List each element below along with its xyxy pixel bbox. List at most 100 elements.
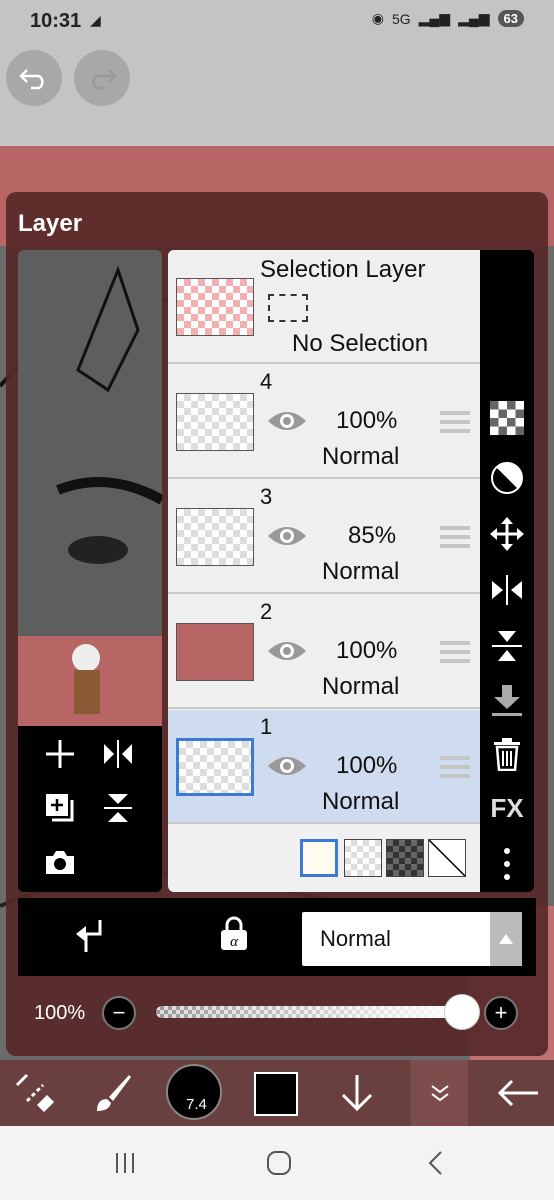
recent-apps-button[interactable]: [110, 1148, 140, 1178]
layer-number: 1: [260, 714, 273, 739]
undo-button[interactable]: [6, 50, 62, 106]
layer-down-button[interactable]: [334, 1066, 380, 1120]
recent-apps-icon: [116, 1153, 134, 1173]
back-arrow-icon: [497, 1079, 538, 1107]
flip-vertical-icon: [104, 794, 132, 822]
flip-vertical-icon: [492, 631, 522, 661]
eye-icon[interactable]: [266, 522, 308, 550]
add-layer-button[interactable]: [40, 734, 80, 774]
layer-number: 4: [260, 369, 273, 394]
status-icons: ◉ 5G ▂▄▆ ▂▄▆ 63: [372, 10, 524, 27]
layer-preview: [18, 250, 162, 892]
layer-number: 3: [260, 484, 273, 509]
blend-mode-value: Normal: [320, 926, 391, 951]
opacity-slider-thumb[interactable]: [444, 994, 480, 1030]
redo-icon: [92, 69, 117, 90]
layer-opacity: 100%: [336, 637, 398, 664]
transform-tool-button[interactable]: [10, 1066, 60, 1120]
layer-panel: Layer Selection Layer No Selection 4 100…: [6, 192, 548, 1056]
move-button[interactable]: [480, 510, 534, 558]
delete-layer-button[interactable]: [480, 730, 534, 778]
alpha-lock-button[interactable]: α: [218, 916, 250, 957]
dropdown-arrow-icon: [490, 912, 522, 966]
blend-mode-row: α Normal: [18, 898, 536, 976]
layer-tools-bar: FX: [480, 250, 534, 892]
status-time: 10:31: [30, 10, 82, 32]
camera-button[interactable]: [40, 842, 80, 882]
more-vertical-icon: [504, 848, 510, 880]
opacity-decrease-button[interactable]: −: [102, 996, 136, 1030]
clip-icon: [491, 462, 523, 494]
flip-horizontal-button[interactable]: [98, 734, 138, 774]
drag-handle[interactable]: [440, 641, 470, 668]
back-button[interactable]: [492, 1066, 544, 1120]
more-options-button[interactable]: [480, 840, 534, 888]
selection-status: No Selection: [292, 330, 429, 357]
opacity-increase-button[interactable]: +: [484, 996, 518, 1030]
checker-icon: [490, 401, 524, 435]
bg-none-swatch[interactable]: [428, 839, 466, 877]
layer-blend-mode: Normal: [322, 558, 400, 585]
arrow-down-icon: [341, 1075, 373, 1112]
selection-layer-title: Selection Layer: [260, 256, 426, 283]
brush-icon: [97, 1075, 131, 1111]
clipping-button[interactable]: [74, 918, 104, 959]
back-icon: [428, 1151, 442, 1175]
eye-icon[interactable]: [266, 407, 308, 435]
background-options: [168, 827, 480, 892]
layer-row-selected[interactable]: 1 100% Normal: [168, 710, 480, 824]
bottom-toolbar: 7.4: [0, 1060, 554, 1126]
expand-menu-button[interactable]: [410, 1060, 468, 1126]
move-icon: [490, 517, 524, 551]
cell-signal-icon: ▂▄▆: [418, 10, 451, 26]
home-button[interactable]: [264, 1148, 294, 1178]
blend-mode-select[interactable]: Normal: [302, 912, 522, 966]
panel-title: Layer: [18, 210, 83, 237]
drag-handle[interactable]: [440, 411, 470, 438]
opacity-row: 100% − +: [18, 982, 536, 1040]
layer-row[interactable]: 3 85% Normal: [168, 480, 480, 594]
system-back-button[interactable]: [420, 1148, 450, 1178]
brush-size-button[interactable]: 7.4: [166, 1064, 222, 1120]
flip-horizontal-layer-button[interactable]: [480, 566, 534, 614]
clipping-icon: [76, 920, 102, 952]
trash-icon: [494, 738, 520, 771]
brush-tool-button[interactable]: [88, 1066, 138, 1120]
preview-tools: [18, 726, 162, 892]
layer-thumbnail: [176, 508, 254, 566]
cell-signal-icon-2: ▂▄▆: [458, 10, 490, 26]
eye-icon[interactable]: [266, 752, 308, 780]
bg-white-swatch[interactable]: [300, 839, 338, 877]
selection-layer-row[interactable]: Selection Layer No Selection: [168, 250, 480, 364]
flip-horizontal-icon: [104, 740, 132, 768]
layer-opacity: 85%: [348, 522, 397, 549]
battery-level: 63: [497, 10, 524, 27]
home-icon: [267, 1151, 291, 1175]
layer-blend-mode: Normal: [322, 788, 400, 815]
drag-handle[interactable]: [440, 756, 470, 783]
checker-button[interactable]: [480, 394, 534, 442]
layer-blend-mode: Normal: [322, 443, 400, 470]
flip-vertical-layer-button[interactable]: [480, 622, 534, 670]
selection-thumbnail: [176, 278, 254, 336]
chevron-down-icon: [430, 1085, 449, 1102]
flip-vertical-button[interactable]: [98, 788, 138, 828]
duplicate-layer-button[interactable]: [40, 788, 80, 828]
color-swatch[interactable]: [254, 1072, 298, 1116]
layer-number: 2: [260, 599, 273, 624]
hotspot-icon: ◉: [371, 10, 384, 26]
layer-thumbnail: [176, 738, 254, 796]
merge-down-icon: [492, 685, 522, 716]
layer-row[interactable]: 2 100% Normal: [168, 595, 480, 709]
bg-checker-dark-swatch[interactable]: [386, 839, 424, 877]
clip-button[interactable]: [480, 454, 534, 502]
drag-handle[interactable]: [440, 526, 470, 553]
eye-icon[interactable]: [266, 637, 308, 665]
layer-row[interactable]: 4 100% Normal: [168, 365, 480, 479]
opacity-slider-track[interactable]: [156, 1006, 462, 1018]
fx-button[interactable]: FX: [480, 784, 534, 832]
bg-checker-light-swatch[interactable]: [344, 839, 382, 877]
selection-marquee-icon: [268, 294, 308, 322]
redo-button[interactable]: [74, 50, 130, 106]
merge-down-button[interactable]: [480, 676, 534, 724]
